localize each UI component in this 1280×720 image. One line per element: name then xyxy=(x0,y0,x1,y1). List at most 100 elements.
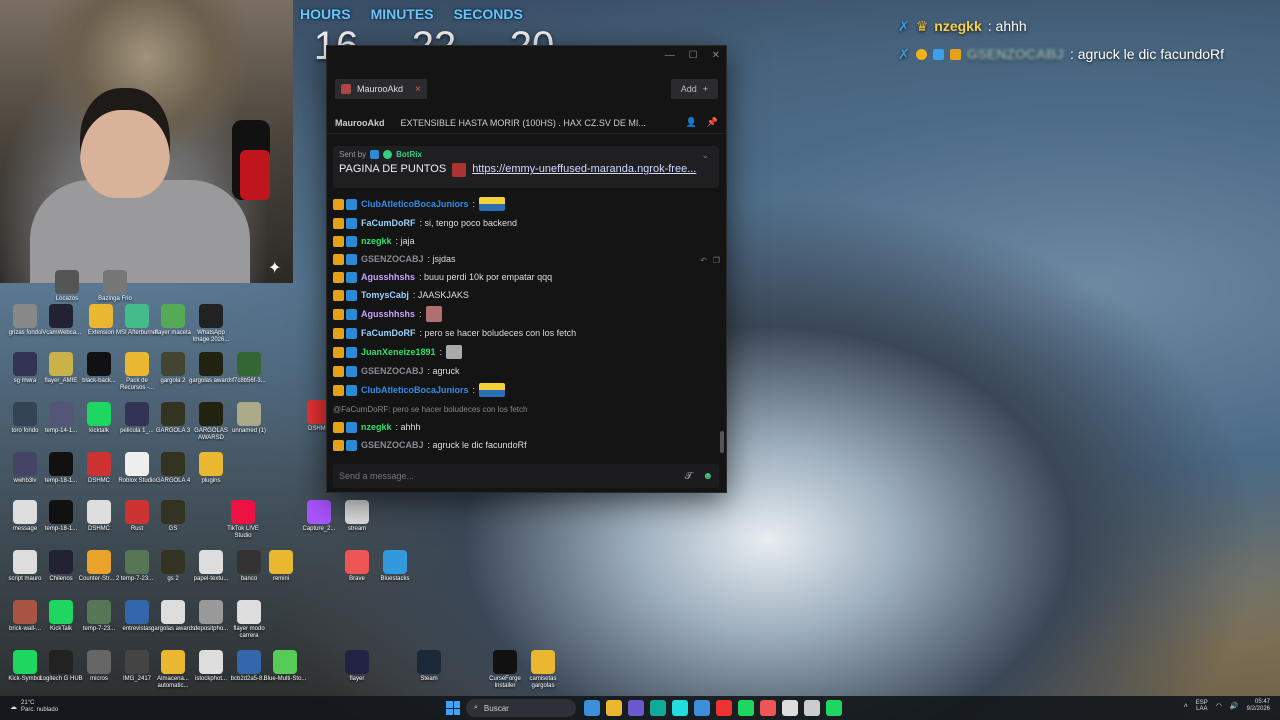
desktop-app-icon xyxy=(269,550,293,574)
desktop-icon[interactable]: flayer modo carrera xyxy=(226,600,272,640)
pinned-message[interactable]: Sent by BotRix PAGINA DE PUNTOS https://… xyxy=(333,146,719,188)
taskbar-app-icon[interactable] xyxy=(804,700,820,716)
chat-username[interactable]: Agusshhshs xyxy=(361,272,415,282)
add-tab-button[interactable]: Add + xyxy=(670,79,718,99)
chat-message[interactable]: FaCumDoRF: si, tengo poco backend xyxy=(333,214,713,232)
desktop-icon[interactable]: Blue-Multi-Sto... xyxy=(262,650,308,683)
user-badges xyxy=(333,365,357,377)
taskbar-app-icon[interactable] xyxy=(606,700,622,716)
chat-username[interactable]: nzegkk xyxy=(361,422,392,432)
chat-username[interactable]: ClubAtleticoBocaJuniors xyxy=(361,199,469,209)
user-badges xyxy=(333,198,357,210)
taskbar-app-icon[interactable] xyxy=(672,700,688,716)
reply-reference[interactable]: @FaCumDoRF: pero se hacer boludeces con … xyxy=(333,405,527,414)
start-button[interactable] xyxy=(446,701,460,715)
desktop-icon[interactable]: Steam xyxy=(406,650,452,683)
mod-badge-icon xyxy=(346,439,357,451)
desktop-icon[interactable]: WhatsApp Image 2026... xyxy=(188,304,234,344)
taskbar-app-icon[interactable] xyxy=(694,700,710,716)
taskbar-app-icon[interactable] xyxy=(716,700,732,716)
maximize-icon[interactable]: ☐ xyxy=(689,50,698,61)
chat-message[interactable]: GSENZOCABJ: jsjdas xyxy=(333,250,713,268)
chat-username[interactable]: nzegkk xyxy=(361,236,392,246)
chat-message[interactable]: ClubAtleticoBocaJuniors: xyxy=(333,380,713,400)
chat-message[interactable]: nzegkk: ahhh xyxy=(333,418,713,436)
desktop-app-icon xyxy=(417,650,441,674)
chat-message[interactable]: GSENZOCABJ: agruck le dic facundoRf xyxy=(333,436,713,454)
chat-username[interactable]: GSENZOCABJ xyxy=(361,254,424,264)
user-badges xyxy=(333,327,357,339)
chat-message[interactable]: JuanXeneize1891: xyxy=(333,342,713,362)
tab-close-icon[interactable]: × xyxy=(415,84,421,95)
desktop-icon[interactable]: TikTok LIVE Studio xyxy=(220,500,266,540)
chat-username[interactable]: ClubAtleticoBocaJuniors xyxy=(361,385,469,395)
taskbar-app-icon[interactable] xyxy=(738,700,754,716)
chat-message[interactable]: nzegkk: jaja xyxy=(333,232,713,250)
streamer-head xyxy=(80,88,170,198)
language-indicator[interactable]: ESP LAA xyxy=(1196,700,1208,713)
chat-username[interactable]: FaCumDoRF xyxy=(361,328,416,338)
translate-icon[interactable]: 𝓣 xyxy=(685,471,693,482)
desktop-icon-label: flayer xyxy=(349,676,365,682)
wifi-icon[interactable]: ◠ xyxy=(1216,702,1222,710)
desktop-icon[interactable]: stream xyxy=(334,500,380,533)
emote-icon xyxy=(479,197,506,211)
chat-window[interactable]: — ☐ ✕ MaurooAkd × Add + MaurooAkd EXTENS… xyxy=(326,45,727,493)
desktop-icon[interactable]: camisetas gargolas xyxy=(520,650,566,690)
chat-message[interactable]: TomysCabj: JAASKJAKS xyxy=(333,286,713,304)
reply-icon[interactable]: ↶ xyxy=(700,256,707,265)
desktop-icon[interactable]: Bluestacks xyxy=(372,550,418,583)
chat-message[interactable]: Agusshhshs: buuu perdi 10k por empatar q… xyxy=(333,268,713,286)
taskbar-app-icon[interactable] xyxy=(760,700,776,716)
close-icon[interactable]: ✕ xyxy=(712,50,720,61)
desktop-icon[interactable]: remini xyxy=(258,550,304,583)
desktop-app-icon xyxy=(199,304,223,328)
taskbar-app-icon[interactable] xyxy=(650,700,666,716)
chat-username[interactable]: GSENZOCABJ xyxy=(361,366,424,376)
chat-message[interactable]: FaCumDoRF: pero se hacer boludeces con l… xyxy=(333,324,713,342)
weather-widget[interactable]: ☁ 21°C Parc. nublado xyxy=(10,700,58,713)
tab-channel[interactable]: MaurooAkd × xyxy=(335,79,427,99)
desktop-icon[interactable]: GS xyxy=(150,500,196,533)
clock[interactable]: 05:47 9/2/2026 xyxy=(1247,699,1270,713)
desktop-app-icon xyxy=(493,650,517,674)
chat-input[interactable] xyxy=(339,471,685,481)
taskbar-app-icon[interactable] xyxy=(826,700,842,716)
chat-text: : jsjdas xyxy=(427,254,456,264)
chat-username[interactable]: FaCumDoRF xyxy=(361,218,416,228)
chevron-down-icon[interactable]: ⌄ xyxy=(701,150,709,161)
chat-message[interactable]: @FaCumDoRF: pero se hacer boludeces con … xyxy=(333,400,713,418)
desktop-icon[interactable]: f7c8b56f-3... xyxy=(226,352,272,385)
taskbar-app-icon[interactable] xyxy=(584,700,600,716)
chat-username[interactable]: GSENZOCABJ xyxy=(361,440,424,450)
taskbar-search[interactable]: ⌕ Buscar xyxy=(466,699,576,717)
chat-username[interactable]: JuanXeneize1891 xyxy=(361,347,436,357)
chat-message[interactable]: Agusshhshs: xyxy=(333,304,713,324)
chat-text: : xyxy=(439,347,443,357)
vip-badge-icon xyxy=(333,253,344,265)
chevron-up-icon[interactable]: ˄ xyxy=(1184,703,1188,710)
pin-icon[interactable]: 📌 xyxy=(707,117,718,128)
chat-message[interactable]: ClubAtleticoBocaJuniors: xyxy=(333,194,713,214)
desktop-icon[interactable]: Locazos xyxy=(44,270,90,303)
chat-scrollbar[interactable] xyxy=(720,431,724,453)
desktop-icon[interactable]: unnamed (1) xyxy=(226,402,272,435)
taskbar-app-icon[interactable] xyxy=(628,700,644,716)
desktop-app-icon xyxy=(49,500,73,524)
vip-badge-icon xyxy=(333,327,344,339)
mod-badge-icon xyxy=(346,235,357,247)
chat-text: : xyxy=(419,309,422,319)
volume-icon[interactable]: 🔊 xyxy=(1230,702,1239,710)
emote-picker-icon[interactable]: ☻ xyxy=(702,471,713,482)
taskbar-app-icon[interactable] xyxy=(782,700,798,716)
user-icon[interactable]: 👤 xyxy=(686,117,697,128)
minimize-icon[interactable]: — xyxy=(665,50,675,61)
desktop-icon[interactable]: flayer xyxy=(334,650,380,683)
desktop-icon[interactable]: plugins xyxy=(188,452,234,485)
desktop-icon[interactable]: Bazinga Frio xyxy=(92,270,138,303)
chat-username[interactable]: TomysCabj xyxy=(361,290,409,300)
copy-icon[interactable]: ❐ xyxy=(713,256,720,265)
pinned-link[interactable]: https://emmy-uneffused-maranda.ngrok-fre… xyxy=(472,163,696,177)
chat-message[interactable]: GSENZOCABJ: agruck xyxy=(333,362,713,380)
chat-username[interactable]: Agusshhshs xyxy=(361,309,415,319)
